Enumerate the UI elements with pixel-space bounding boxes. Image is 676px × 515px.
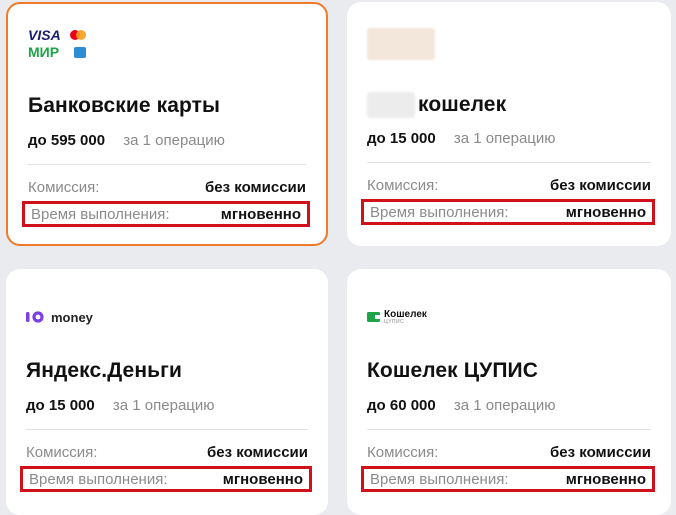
execution-time-value: мгновенно: [220, 205, 301, 223]
commission-value: без комиссии: [550, 176, 651, 194]
divider: [367, 162, 651, 163]
yoomoney-logo: money: [26, 299, 93, 335]
limit-amount: до 15 000: [367, 130, 436, 147]
card-title: кошелек: [418, 93, 507, 116]
payment-method-card-wallet[interactable]: кошелек до 15 000 за 1 операцию Комиссия…: [347, 2, 671, 246]
visa-mastercard-mir-logo-icon: VISA МИР: [28, 27, 86, 60]
limit-info: до 15 000 за 1 операцию: [26, 397, 215, 414]
divider: [28, 164, 306, 165]
card-logos: VISA МИР: [28, 26, 92, 62]
limit-amount: до 595 000: [28, 132, 106, 149]
execution-time-row: Время выполнения: мгновенно: [20, 466, 312, 492]
divider: [367, 429, 651, 430]
commission-row: Комиссия: без комиссии: [26, 439, 308, 465]
limit-per: за 1 операцию: [453, 130, 556, 147]
execution-time-value: мгновенно: [222, 470, 303, 488]
limit-amount: до 60 000: [367, 397, 436, 414]
commission-row: Комиссия: без комиссии: [367, 172, 651, 198]
visa-logo-text: VISA: [28, 27, 61, 43]
divider: [26, 429, 308, 430]
execution-time-row: Время выполнения: мгновенно: [361, 199, 655, 225]
limit-info: до 595 000 за 1 операцию: [28, 132, 225, 149]
commission-label: Комиссия:: [26, 443, 98, 461]
payment-method-card-bank-cards[interactable]: VISA МИР Банковские карты до 595 000 за …: [6, 2, 328, 246]
commission-value: без комиссии: [205, 178, 306, 196]
execution-time-label: Время выполнения:: [370, 470, 509, 488]
card-title-row: кошелек: [367, 92, 506, 118]
yoomoney-logo-text: money: [51, 309, 93, 325]
blurred-logo: [367, 28, 435, 60]
blurred-brand-name: [367, 92, 415, 118]
commission-label: Комиссия:: [367, 176, 439, 194]
commission-value: без комиссии: [550, 443, 651, 461]
tsupis-logo: Кошелек ЦУПИС: [367, 299, 427, 335]
limit-per: за 1 операцию: [123, 132, 225, 149]
payment-method-card-yandex-money[interactable]: money Яндекс.Деньги до 15 000 за 1 опера…: [6, 269, 328, 515]
limit-info: до 60 000 за 1 операцию: [367, 397, 556, 414]
execution-time-label: Время выполнения:: [29, 470, 168, 488]
limit-per: за 1 операцию: [112, 397, 215, 414]
mir-logo-text: МИР: [28, 44, 59, 60]
yoomoney-icon: [26, 311, 44, 323]
card-title: Кошелек ЦУПИС: [367, 359, 538, 382]
card-title: Яндекс.Деньги: [26, 359, 182, 382]
commission-label: Комиссия:: [367, 443, 439, 461]
limit-info: до 15 000 за 1 операцию: [367, 130, 556, 147]
tsupis-logo-text: Кошелек: [384, 308, 427, 320]
commission-row: Комиссия: без комиссии: [28, 174, 306, 200]
execution-time-label: Время выполнения:: [31, 205, 170, 223]
limit-per: за 1 операцию: [453, 397, 556, 414]
execution-time-label: Время выполнения:: [370, 203, 509, 221]
tsupis-logo-subtext: ЦУПИС: [384, 318, 405, 325]
wallet-icon: [367, 312, 380, 322]
card-title: Банковские карты: [28, 94, 221, 117]
execution-time-value: мгновенно: [565, 470, 646, 488]
execution-time-value: мгновенно: [565, 203, 646, 221]
commission-row: Комиссия: без комиссии: [367, 439, 651, 465]
limit-amount: до 15 000: [26, 397, 95, 414]
execution-time-row: Время выполнения: мгновенно: [361, 466, 655, 492]
payment-method-card-tsupis-wallet[interactable]: Кошелек ЦУПИС Кошелек ЦУПИС до 60 000 за…: [347, 269, 671, 515]
execution-time-row: Время выполнения: мгновенно: [22, 201, 310, 227]
commission-value: без комиссии: [207, 443, 308, 461]
commission-label: Комиссия:: [28, 178, 100, 196]
